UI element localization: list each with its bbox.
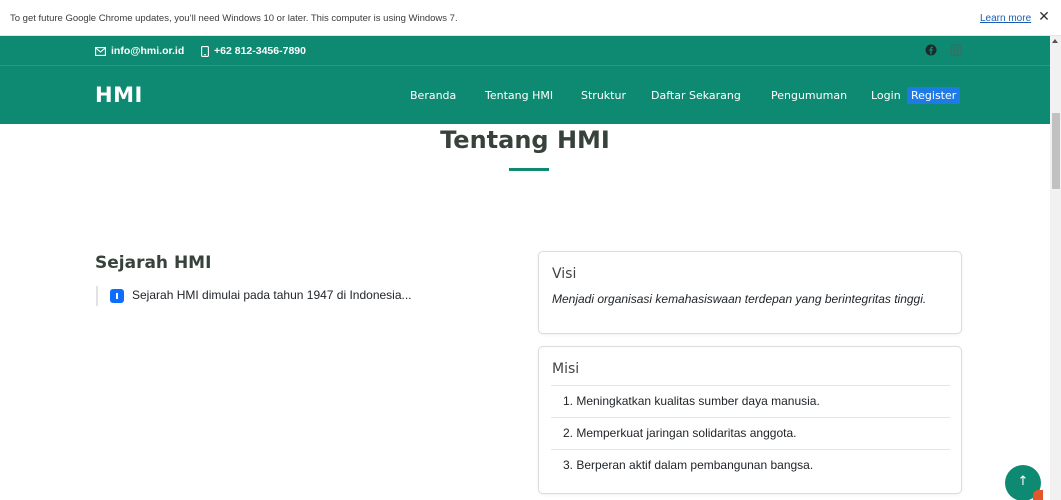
section-title: Tentang HMI <box>440 126 610 154</box>
nav-tentang-hmi[interactable]: Tentang HMI <box>485 89 553 102</box>
register-button[interactable]: Register <box>907 87 961 104</box>
history-text: Sejarah HMI dimulai pada tahun 1947 di I… <box>132 288 412 302</box>
scrollbar-thumb[interactable] <box>1052 113 1060 189</box>
arrow-up-icon: ↑ <box>1017 474 1029 489</box>
list-item: 3. Berperan aktif dalam pembangunan bang… <box>551 449 950 481</box>
nav-struktur[interactable]: Struktur <box>581 89 626 102</box>
instagram-icon[interactable] <box>950 44 962 56</box>
scroll-up-arrow-icon[interactable] <box>1052 39 1058 43</box>
facebook-icon[interactable] <box>925 44 937 56</box>
phone-icon <box>201 45 209 57</box>
envelope-icon <box>95 46 106 56</box>
info-icon <box>110 289 124 303</box>
list-item: 1. Meningkatkan kualitas sumber daya man… <box>551 385 950 417</box>
learn-more-link[interactable]: Learn more <box>980 13 1031 24</box>
list-item: 2. Memperkuat jaringan solidaritas anggo… <box>551 417 950 449</box>
browser-infobar: To get future Google Chrome updates, you… <box>0 0 1061 36</box>
contact-email[interactable]: info@hmi.or.id <box>95 45 184 57</box>
nav-beranda[interactable]: Beranda <box>410 89 456 102</box>
nav-pengumuman[interactable]: Pengumuman <box>771 89 847 102</box>
visi-card: Visi Menjadi organisasi kemahasiswaan te… <box>538 251 962 334</box>
misi-card: Misi 1. Meningkatkan kualitas sumber day… <box>538 346 962 494</box>
site-logo[interactable]: HMI <box>95 83 143 107</box>
close-icon[interactable]: ✕ <box>1037 9 1051 23</box>
title-underline <box>509 168 549 171</box>
contact-phone-text: +62 812-3456-7890 <box>214 45 306 57</box>
misi-title: Misi <box>552 361 580 377</box>
infobar-message: To get future Google Chrome updates, you… <box>10 13 458 24</box>
visi-text: Menjadi organisasi kemahasiswaan terdepa… <box>552 292 927 306</box>
site-header: info@hmi.or.id +62 812-3456-7890 HMI Ber… <box>0 36 1050 124</box>
page-scrollbar[interactable] <box>1050 36 1061 500</box>
misi-list: 1. Meningkatkan kualitas sumber daya man… <box>551 385 950 481</box>
history-divider <box>96 286 98 306</box>
corner-widget-icon <box>1033 490 1043 500</box>
nav-login[interactable]: Login <box>871 89 901 102</box>
contact-phone[interactable]: +62 812-3456-7890 <box>201 45 306 57</box>
visi-title: Visi <box>552 266 577 282</box>
contact-topbar: info@hmi.or.id +62 812-3456-7890 <box>0 36 1050 66</box>
history-title: Sejarah HMI <box>95 253 212 273</box>
nav-daftar-sekarang[interactable]: Daftar Sekarang <box>651 89 741 102</box>
contact-email-text: info@hmi.or.id <box>111 45 185 57</box>
